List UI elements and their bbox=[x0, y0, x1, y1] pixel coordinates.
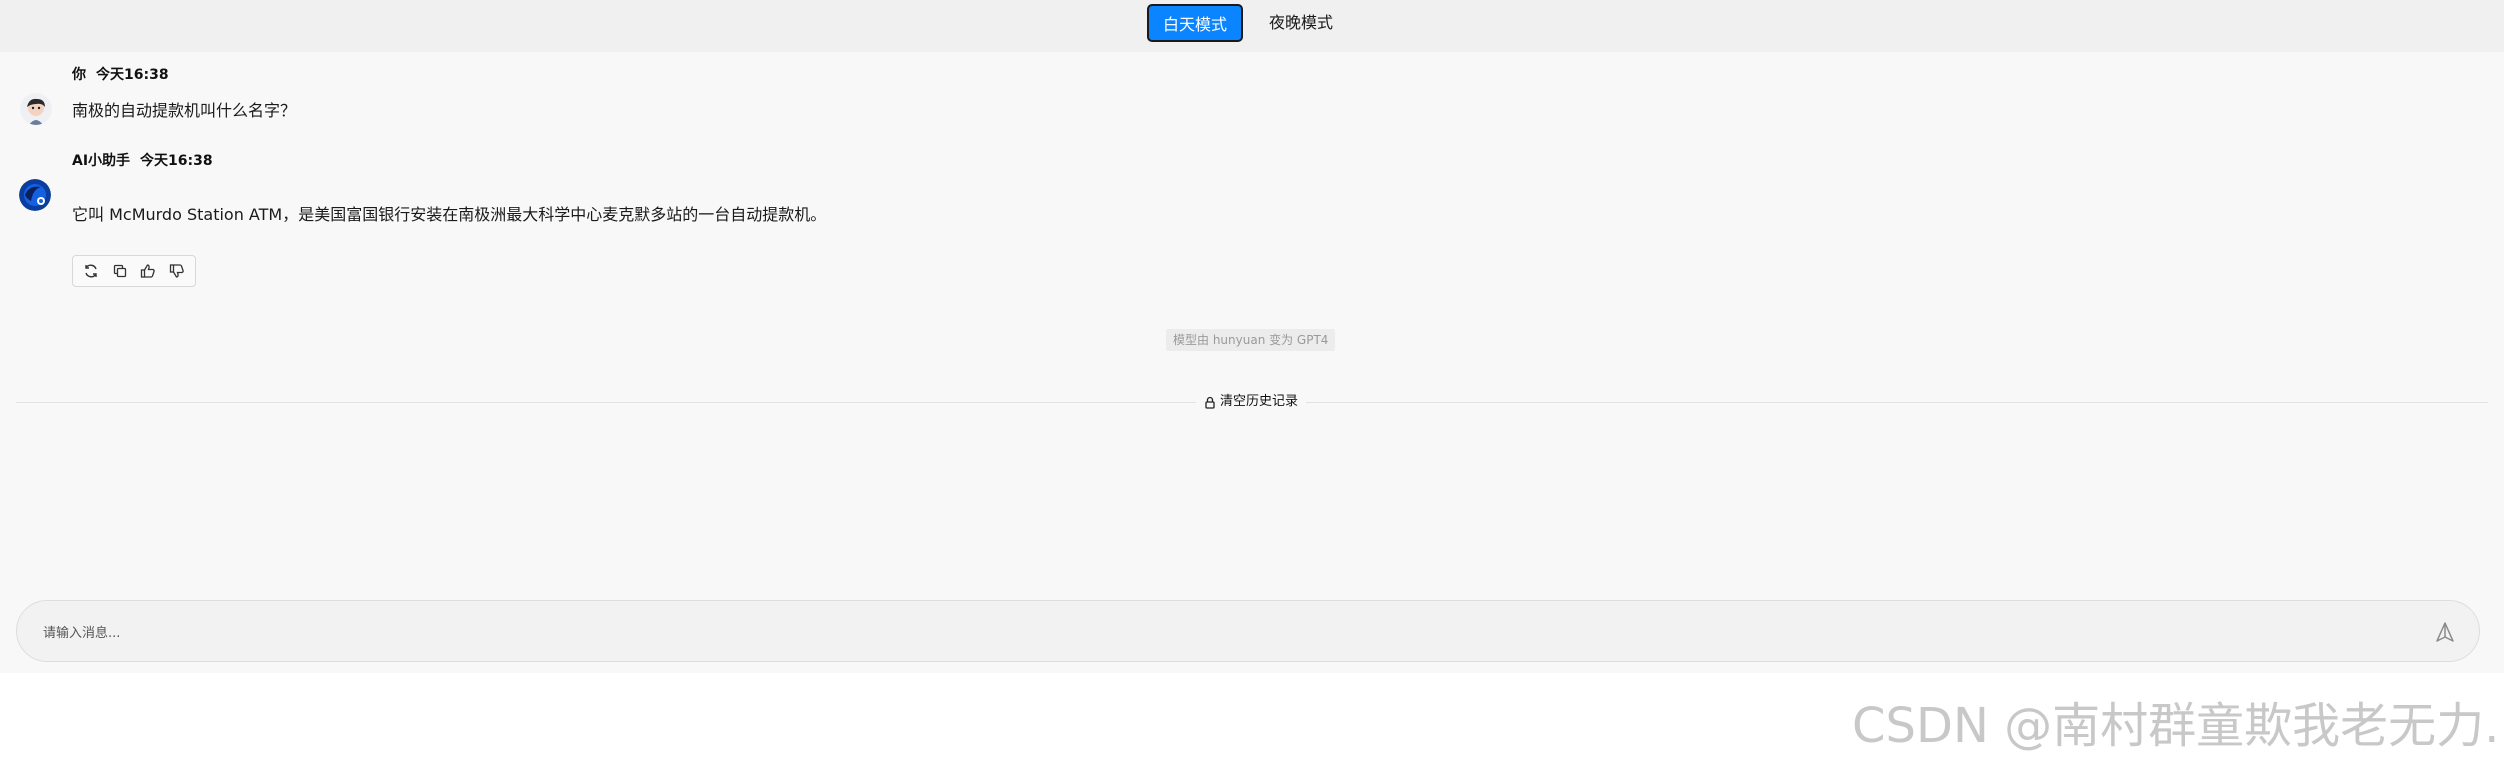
csdn-watermark: CSDN @南村群童欺我老无力. bbox=[1852, 698, 2500, 754]
chat-app: 白天模式 夜晚模式 你今天16:38 南极的自动提款机叫什么名字？ AI小助手今… bbox=[0, 0, 2504, 673]
thumbs-down-icon[interactable] bbox=[167, 260, 188, 282]
user-avatar-icon bbox=[20, 93, 52, 125]
model-change-notice: 模型由 hunyuan 变为 GPT4 bbox=[1166, 329, 1336, 351]
message-author: 你 bbox=[72, 67, 86, 83]
day-mode-button[interactable]: 白天模式 bbox=[1147, 4, 1243, 42]
message-time: 今天16:38 bbox=[140, 153, 213, 169]
send-icon[interactable] bbox=[2433, 620, 2457, 644]
night-mode-button[interactable]: 夜晚模式 bbox=[1262, 4, 1340, 42]
message-time: 今天16:38 bbox=[96, 67, 169, 83]
assistant-message-meta: AI小助手 今天16:38 bbox=[72, 150, 213, 170]
assistant-message-text: 它叫 McMurdo Station ATM，是美国富国银行安装在南极洲最大科学… bbox=[72, 205, 827, 224]
clear-history-label: 清空历史记录 bbox=[1220, 394, 1299, 409]
lock-icon bbox=[1204, 396, 1216, 409]
user-message-text: 南极的自动提款机叫什么名字？ bbox=[72, 101, 297, 120]
clear-history-button[interactable]: 清空历史记录 bbox=[1196, 392, 1307, 412]
thumbs-up-icon[interactable] bbox=[138, 260, 159, 282]
user-message-meta: 你今天16:38 bbox=[72, 64, 169, 84]
ai-avatar-icon bbox=[19, 179, 51, 211]
message-composer bbox=[16, 600, 2480, 662]
message-author: AI小助手 bbox=[72, 153, 131, 169]
refresh-icon[interactable] bbox=[81, 260, 102, 282]
message-action-bar bbox=[72, 255, 196, 287]
mode-switch-bar: 白天模式 夜晚模式 bbox=[0, 0, 2504, 52]
message-input[interactable] bbox=[41, 619, 2405, 647]
copy-icon[interactable] bbox=[110, 260, 131, 282]
